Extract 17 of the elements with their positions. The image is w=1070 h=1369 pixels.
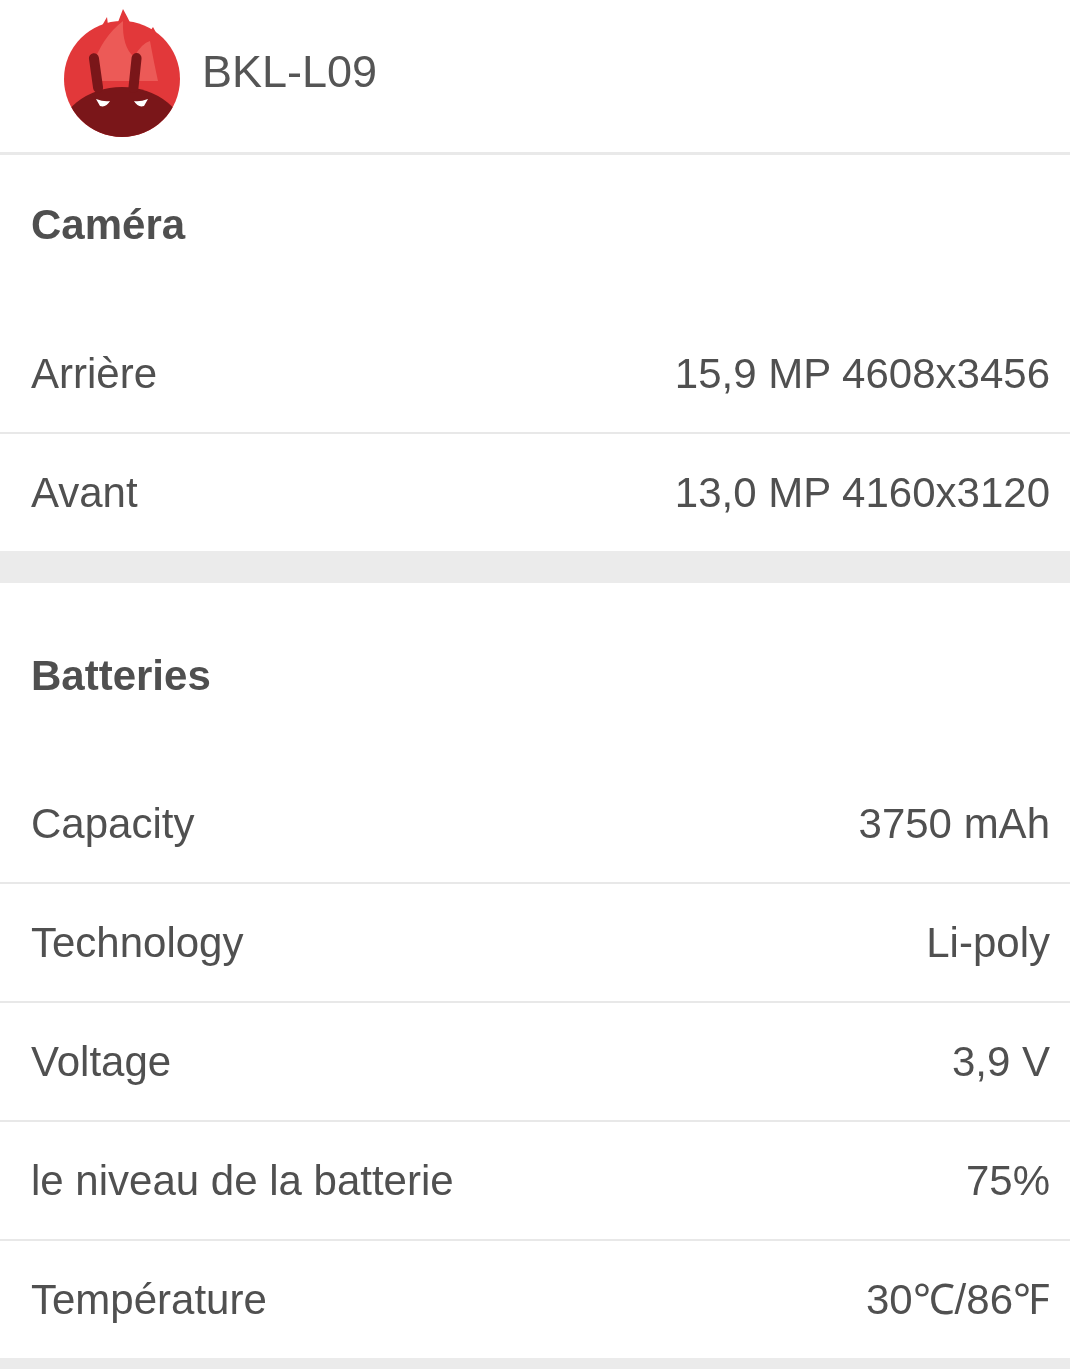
spec-label: le niveau de la batterie: [31, 1156, 454, 1205]
spec-label: Arrière: [31, 349, 158, 398]
spec-value: 15,9 MP 4608x3456: [674, 349, 1050, 398]
spec-label: Voltage: [31, 1037, 172, 1086]
spec-label: Avant: [31, 468, 138, 517]
spec-label: Capacity: [31, 799, 195, 848]
spec-value: 75%: [965, 1156, 1050, 1205]
spec-value: 30℃/86℉: [865, 1275, 1050, 1324]
spec-label: Technology: [31, 918, 244, 967]
section-title: Batteries: [31, 652, 211, 700]
spec-value: Li-poly: [926, 918, 1050, 967]
spec-value: 3750 mAh: [858, 799, 1050, 848]
spec-label: Température: [31, 1275, 267, 1324]
spec-value: 13,0 MP 4160x3120: [674, 468, 1050, 517]
device-name: BKL-L09: [202, 46, 378, 98]
spec-value: 3,9 V: [951, 1037, 1050, 1086]
section-title: Caméra: [31, 201, 186, 249]
